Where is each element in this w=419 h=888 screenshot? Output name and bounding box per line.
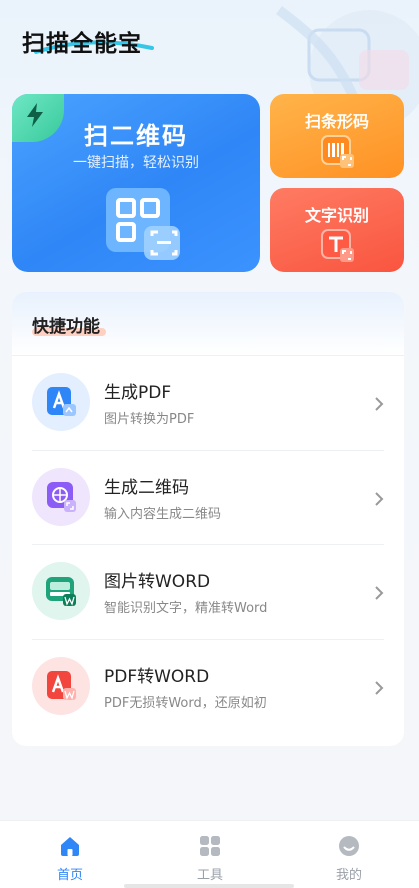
home-indicator <box>124 884 294 888</box>
qrcode-icon <box>47 481 76 512</box>
quick-functions-header: 快捷功能 <box>12 292 404 356</box>
feature-description: PDF无损转Word，还原如初 <box>104 695 267 711</box>
chevron-right-icon <box>375 680 384 695</box>
feature-icon-bg <box>32 562 90 620</box>
feature-icon-bg <box>32 656 90 715</box>
qr-code-scan-icon <box>106 188 180 260</box>
scan-qr-subtitle: 一键扫描，轻松识别 <box>73 155 199 171</box>
feature-title: 生成PDF <box>104 383 172 403</box>
feature-description: 智能识别文字，精准转Word <box>104 601 268 616</box>
feature-description: 图片转换为PDF <box>104 412 195 427</box>
barcode-icon <box>321 135 354 168</box>
grid-icon <box>200 836 220 856</box>
chevron-right-icon <box>375 586 384 600</box>
scan-barcode-card[interactable]: 扫条形码 <box>270 94 404 178</box>
quick-functions-title: 快捷功能 <box>32 317 100 337</box>
smile-icon <box>339 836 359 856</box>
feature-generate-qrcode[interactable]: 生成二维码 输入内容生成二维码 <box>32 451 384 545</box>
tab-home[interactable]: 首页 <box>0 821 140 888</box>
feature-title: 图片转WORD <box>104 572 211 592</box>
tab-mine-label: 我的 <box>335 868 362 883</box>
scan-qr-card[interactable]: 扫二维码 一键扫描，轻松识别 <box>12 94 260 272</box>
tab-home-label: 首页 <box>56 868 83 883</box>
image-to-word-icon <box>46 577 76 606</box>
feature-description: 输入内容生成二维码 <box>104 506 222 522</box>
bottom-tab-bar: 首页 工具 我的 <box>0 820 419 888</box>
chevron-right-icon <box>375 491 384 506</box>
pdf-icon <box>47 387 76 416</box>
feature-icon-bg <box>32 373 90 431</box>
feature-title: PDF转WORD <box>104 666 210 687</box>
app-title: 扫描全能宝 <box>22 31 142 57</box>
scan-barcode-title: 扫条形码 <box>304 112 369 131</box>
scan-qr-title: 扫二维码 <box>84 122 188 150</box>
pdf-to-word-icon <box>47 670 76 700</box>
home-icon <box>61 837 79 856</box>
tab-tools[interactable]: 工具 <box>140 821 280 888</box>
header: 扫描全能宝 <box>0 0 419 120</box>
feature-image-to-word[interactable]: 图片转WORD 智能识别文字，精准转Word <box>32 545 384 640</box>
quick-functions-panel: 快捷功能 生成PDF 图片转换为PDF 生成二维码 输入内容生成二维码 图片转W… <box>12 292 404 746</box>
chevron-right-icon <box>375 397 384 411</box>
tab-mine[interactable]: 我的 <box>279 821 419 888</box>
text-recognition-icon <box>321 229 354 262</box>
feature-title: 生成二维码 <box>104 477 189 498</box>
feature-icon-bg <box>32 467 90 526</box>
text-recognition-card[interactable]: 文字识别 <box>270 188 404 272</box>
feature-pdf-to-word[interactable]: PDF转WORD PDF无损转Word，还原如初 <box>32 640 384 735</box>
feature-generate-pdf[interactable]: 生成PDF 图片转换为PDF <box>32 356 384 451</box>
tab-tools-label: 工具 <box>196 868 223 883</box>
text-recognition-title: 文字识别 <box>304 206 369 225</box>
